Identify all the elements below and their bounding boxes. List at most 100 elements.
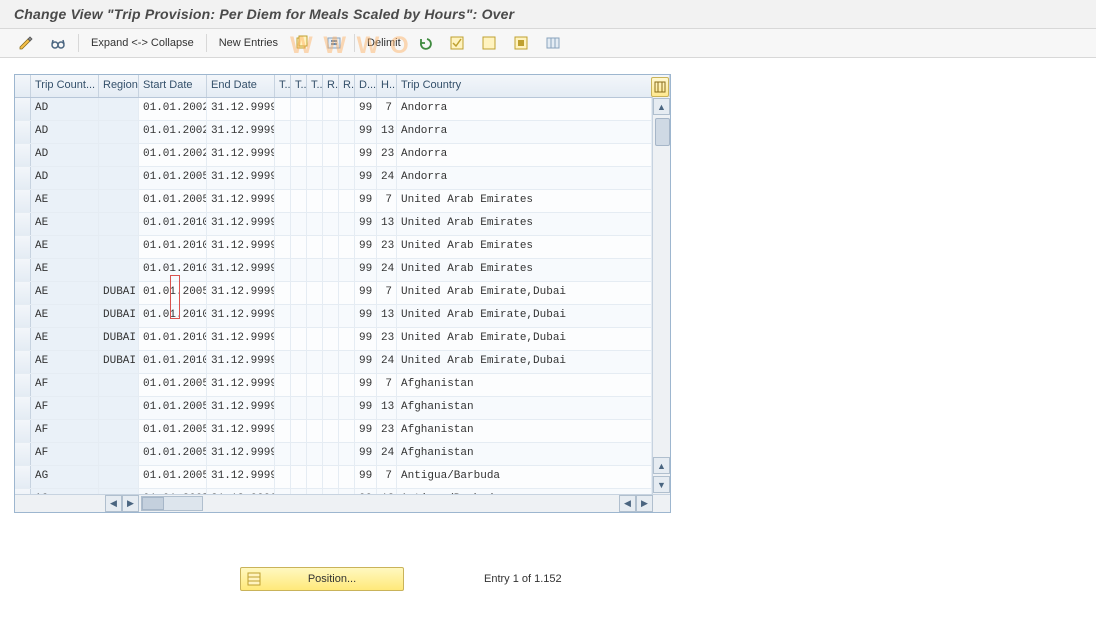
cell-t1[interactable] [275, 420, 291, 442]
row-selector[interactable] [15, 374, 31, 396]
cell-country-name[interactable]: Andorra [397, 167, 652, 189]
cell-days[interactable]: 99 [355, 397, 377, 419]
cell-r1[interactable] [323, 351, 339, 373]
cell-t1[interactable] [275, 443, 291, 465]
table-row[interactable]: AF01.01.200531.12.99999923Afghanistan [15, 420, 670, 443]
col-trip-country-name[interactable]: Trip Country [397, 75, 670, 97]
cell-t3[interactable] [307, 351, 323, 373]
cell-end-date[interactable]: 31.12.9999 [207, 98, 275, 120]
cell-r1[interactable] [323, 374, 339, 396]
row-selector[interactable] [15, 443, 31, 465]
cell-country-name[interactable]: United Arab Emirate,Dubai [397, 328, 652, 350]
cell-t2[interactable] [291, 397, 307, 419]
cell-end-date[interactable]: 31.12.9999 [207, 351, 275, 373]
row-selector[interactable] [15, 305, 31, 327]
copy-as-icon[interactable] [290, 33, 314, 53]
table-row[interactable]: AF01.01.200531.12.9999997Afghanistan [15, 374, 670, 397]
cell-start-date[interactable]: 01.01.2010 [139, 328, 207, 350]
cell-country-name[interactable]: Antigua/Barbuda [397, 466, 652, 488]
cell-country-code[interactable]: AD [31, 167, 99, 189]
cell-country-name[interactable]: United Arab Emirates [397, 259, 652, 281]
cell-r1[interactable] [323, 167, 339, 189]
cell-t3[interactable] [307, 259, 323, 281]
col-r1[interactable]: R... [323, 75, 339, 97]
cell-country-name[interactable]: United Arab Emirate,Dubai [397, 282, 652, 304]
select-block-icon[interactable] [509, 33, 533, 53]
cell-start-date[interactable]: 01.01.2005 [139, 397, 207, 419]
cell-r2[interactable] [339, 328, 355, 350]
cell-t2[interactable] [291, 466, 307, 488]
cell-region[interactable] [99, 98, 139, 120]
cell-days[interactable]: 99 [355, 98, 377, 120]
cell-start-date[interactable]: 01.01.2010 [139, 351, 207, 373]
cell-region[interactable] [99, 144, 139, 166]
table-row[interactable]: AEDUBAI01.01.201031.12.99999913United Ar… [15, 305, 670, 328]
col-days[interactable]: D... [355, 75, 377, 97]
cell-days[interactable]: 99 [355, 167, 377, 189]
cell-end-date[interactable]: 31.12.9999 [207, 282, 275, 304]
cell-days[interactable]: 99 [355, 121, 377, 143]
cell-t1[interactable] [275, 374, 291, 396]
cell-t3[interactable] [307, 443, 323, 465]
scroll-down-icon[interactable]: ▼ [653, 476, 670, 493]
cell-region[interactable] [99, 259, 139, 281]
cell-r2[interactable] [339, 144, 355, 166]
delimit-button[interactable]: Delimit [363, 37, 405, 49]
cell-t2[interactable] [291, 282, 307, 304]
cell-days[interactable]: 99 [355, 466, 377, 488]
cell-t2[interactable] [291, 420, 307, 442]
vertical-scrollbar[interactable]: ▲ ▲ ▼ [652, 97, 670, 494]
cell-days[interactable]: 99 [355, 374, 377, 396]
cell-hours[interactable]: 23 [377, 236, 397, 258]
new-entries-button[interactable]: New Entries [215, 37, 282, 49]
cell-days[interactable]: 99 [355, 282, 377, 304]
cell-end-date[interactable]: 31.12.9999 [207, 167, 275, 189]
col-region[interactable]: Region [99, 75, 139, 97]
cell-t2[interactable] [291, 236, 307, 258]
cell-r1[interactable] [323, 282, 339, 304]
cell-t2[interactable] [291, 190, 307, 212]
cell-r1[interactable] [323, 443, 339, 465]
cell-country-name[interactable]: United Arab Emirate,Dubai [397, 351, 652, 373]
table-row[interactable]: AF01.01.200531.12.99999913Afghanistan [15, 397, 670, 420]
cell-r1[interactable] [323, 328, 339, 350]
cell-r2[interactable] [339, 236, 355, 258]
cell-t1[interactable] [275, 305, 291, 327]
vscroll-track[interactable] [654, 116, 669, 457]
row-selector[interactable] [15, 466, 31, 488]
cell-r1[interactable] [323, 305, 339, 327]
table-row[interactable]: AF01.01.200531.12.99999924Afghanistan [15, 443, 670, 466]
cell-days[interactable]: 99 [355, 259, 377, 281]
cell-r2[interactable] [339, 443, 355, 465]
cell-t1[interactable] [275, 397, 291, 419]
delete-icon[interactable] [322, 33, 346, 53]
cell-r1[interactable] [323, 236, 339, 258]
table-row[interactable]: AD01.01.200231.12.99999913Andorra [15, 121, 670, 144]
cell-region[interactable] [99, 213, 139, 235]
cell-region[interactable] [99, 236, 139, 258]
cell-country-code[interactable]: AF [31, 374, 99, 396]
cell-hours[interactable]: 24 [377, 259, 397, 281]
cell-start-date[interactable]: 01.01.2002 [139, 144, 207, 166]
cell-t1[interactable] [275, 282, 291, 304]
cell-days[interactable]: 99 [355, 190, 377, 212]
cell-t3[interactable] [307, 282, 323, 304]
cell-r1[interactable] [323, 466, 339, 488]
cell-r1[interactable] [323, 98, 339, 120]
cell-r1[interactable] [323, 213, 339, 235]
table-row[interactable]: AG01.01.200531.12.9999997Antigua/Barbuda [15, 466, 670, 489]
cell-t3[interactable] [307, 98, 323, 120]
cell-country-name[interactable]: Andorra [397, 144, 652, 166]
cell-t1[interactable] [275, 98, 291, 120]
cell-t1[interactable] [275, 328, 291, 350]
cell-country-name[interactable]: Afghanistan [397, 397, 652, 419]
row-selector[interactable] [15, 282, 31, 304]
cell-t2[interactable] [291, 98, 307, 120]
cell-region[interactable] [99, 420, 139, 442]
cell-end-date[interactable]: 31.12.9999 [207, 466, 275, 488]
cell-country-name[interactable]: Afghanistan [397, 420, 652, 442]
cell-start-date[interactable]: 01.01.2005 [139, 167, 207, 189]
vscroll-thumb[interactable] [655, 118, 670, 146]
cell-country-code[interactable]: AD [31, 121, 99, 143]
cell-t3[interactable] [307, 213, 323, 235]
